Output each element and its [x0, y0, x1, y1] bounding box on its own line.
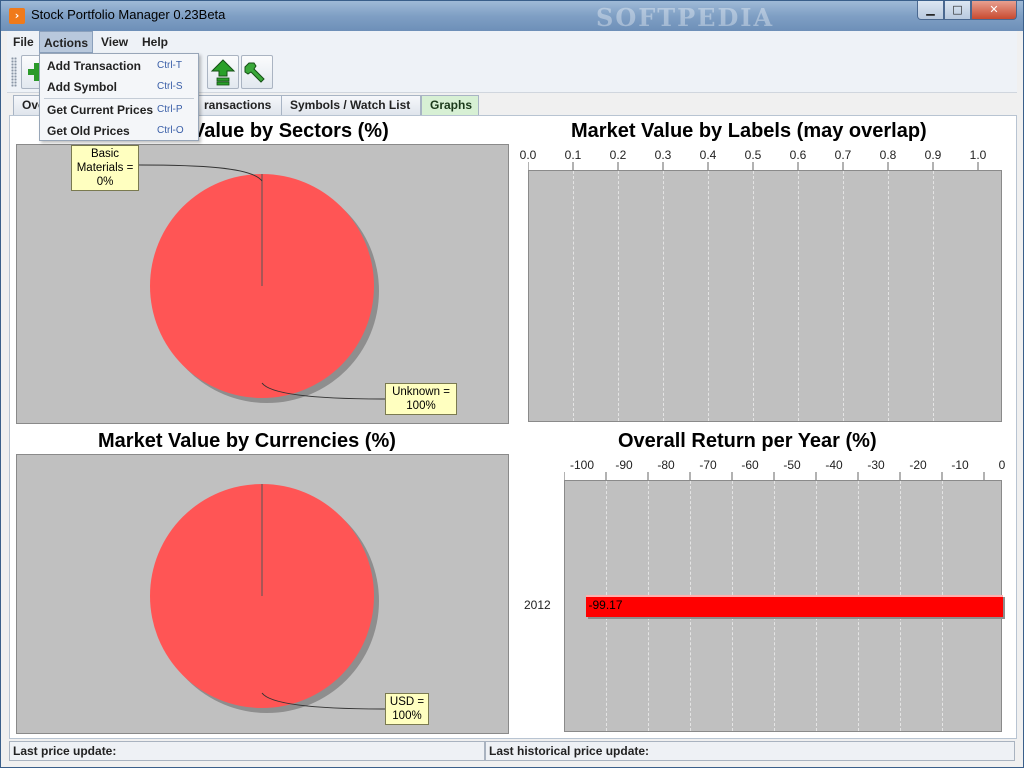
menu-item-shortcut: Ctrl-O: [157, 125, 184, 136]
maximize-button[interactable]: □: [944, 1, 971, 20]
status-bar: Last price update: Last historical price…: [7, 741, 1017, 761]
returns-axis-tick-label: -100: [569, 458, 595, 472]
currencies-pie-svg: [150, 484, 386, 713]
settings-wrench-icon: [244, 62, 265, 83]
returns-plot: -99.17: [564, 480, 1003, 732]
label-line: 100%: [406, 400, 436, 412]
labels-axis-grid-line: [888, 171, 889, 421]
returns-axis-tick-label: -30: [867, 458, 885, 472]
menu-file[interactable]: File: [9, 31, 38, 53]
menu-item-get-current-prices[interactable]: Get Current Prices Ctrl-P: [41, 100, 197, 120]
labels-plot: [528, 170, 1002, 422]
menu-item-shortcut: Ctrl-T: [157, 60, 182, 71]
sectors-plot: Basic Materials = 0% Unknown = 100%: [16, 144, 509, 424]
tab-transactions[interactable]: ransactions: [195, 95, 285, 115]
graphs-panel: Value by Sectors (%) Basic Materials = 0…: [9, 115, 1017, 739]
returns-axis-tick-label: 0: [998, 458, 1006, 472]
actions-menu: Add Transaction Ctrl-T Add Symbol Ctrl-S…: [39, 53, 199, 141]
returns-axis-tick-label: -40: [825, 458, 843, 472]
returns-axis-tick-label: -20: [909, 458, 927, 472]
labels-axis-tick-label: 0.5: [744, 148, 762, 162]
download-prices-button[interactable]: [207, 55, 239, 89]
last-historical-price-update: Last historical price update:: [485, 741, 1015, 761]
menu-bar: File Actions View Help: [7, 31, 1017, 53]
close-button[interactable]: ✕: [971, 1, 1017, 20]
menu-item-get-old-prices[interactable]: Get Old Prices Ctrl-O: [41, 121, 197, 141]
labels-axis-grid-line: [933, 171, 934, 421]
labels-axis-tick-label: 0.3: [654, 148, 672, 162]
returns-axis-line: [564, 472, 985, 480]
labels-axis-grid-line: [663, 171, 664, 421]
currencies-chart-title: Market Value by Currencies (%): [98, 430, 396, 452]
menu-item-add-symbol[interactable]: Add Symbol Ctrl-S: [41, 77, 197, 97]
labels-axis-tick-label: 0.1: [564, 148, 582, 162]
title-bar[interactable]: › Stock Portfolio Manager 0.23Beta SOFTP…: [1, 1, 1023, 32]
labels-axis-tick-label: 0.8: [879, 148, 897, 162]
labels-axis-grid-line: [798, 171, 799, 421]
sectors-chart-title: Value by Sectors (%): [192, 120, 389, 142]
labels-axis-tick-label: 0.2: [609, 148, 627, 162]
returns-chart-title: Overall Return per Year (%): [618, 430, 877, 452]
menu-actions[interactable]: Actions: [39, 31, 94, 53]
menu-item-add-transaction[interactable]: Add Transaction Ctrl-T: [41, 56, 197, 76]
window-controls: ▁ □ ✕: [917, 1, 1017, 21]
labels-chart-title: Market Value by Labels (may overlap): [571, 120, 927, 142]
returns-bar-2012: [586, 595, 1003, 617]
labels-axis-tick-label: 0.4: [699, 148, 717, 162]
currencies-label-usd: USD = 100%: [385, 693, 429, 725]
label-line: 100%: [392, 710, 422, 722]
app-window: › Stock Portfolio Manager 0.23Beta SOFTP…: [0, 0, 1024, 768]
menu-item-label: Get Current Prices: [47, 103, 154, 117]
last-price-update: Last price update:: [9, 741, 485, 761]
label-line: Basic: [90, 148, 120, 160]
menu-view[interactable]: View: [97, 31, 132, 53]
labels-axis-tick-label: 0.6: [789, 148, 807, 162]
tab-symbols-watch-list[interactable]: Symbols / Watch List: [281, 95, 421, 115]
label-line: 0%: [96, 176, 114, 188]
labels-axis-grid-line: [753, 171, 754, 421]
returns-bar-value-label: -99.17: [588, 598, 623, 612]
menu-item-shortcut: Ctrl-P: [157, 104, 183, 115]
menu-item-shortcut: Ctrl-S: [157, 81, 183, 92]
menu-item-label: Get Old Prices: [47, 124, 130, 138]
download-prices-icon: [210, 59, 236, 86]
softpedia-watermark: SOFTPEDIA: [596, 3, 775, 32]
returns-category-label: 2012: [524, 598, 551, 612]
menu-item-label: Add Transaction: [47, 59, 142, 73]
labels-axis-tick-label: 0.7: [834, 148, 852, 162]
settings-button[interactable]: [241, 55, 273, 89]
sectors-label-basic-materials: Basic Materials = 0%: [71, 145, 139, 191]
labels-axis-grid-line: [708, 171, 709, 421]
sectors-label-unknown: Unknown = 100%: [385, 383, 457, 415]
returns-axis-tick-label: -90: [615, 458, 633, 472]
menu-item-label: Add Symbol: [47, 80, 118, 94]
menu-separator: [44, 98, 194, 99]
window-title: Stock Portfolio Manager 0.23Beta: [31, 7, 226, 22]
label-line: Materials =: [76, 162, 134, 174]
label-line: Unknown =: [392, 386, 450, 398]
toolbar-grip[interactable]: [11, 57, 17, 87]
labels-axis-tick-label: 0.9: [924, 148, 942, 162]
app-icon: ›: [9, 8, 25, 24]
tab-graphs[interactable]: Graphs: [421, 95, 479, 115]
returns-axis-tick-label: -10: [951, 458, 969, 472]
labels-axis-line: [528, 162, 979, 170]
label-line: USD =: [389, 696, 425, 708]
returns-axis-tick-label: -60: [741, 458, 759, 472]
returns-axis-tick-label: -80: [657, 458, 675, 472]
menu-help[interactable]: Help: [138, 31, 172, 53]
labels-axis-tick-label: 0.0: [519, 148, 537, 162]
currencies-plot: USD = 100%: [16, 454, 509, 734]
labels-axis-grid-line: [843, 171, 844, 421]
returns-axis-tick-label: -70: [699, 458, 717, 472]
minimize-button[interactable]: ▁: [917, 1, 944, 20]
returns-axis-tick-label: -50: [783, 458, 801, 472]
labels-axis-tick-label: 1.0: [969, 148, 987, 162]
labels-axis-grid-line: [618, 171, 619, 421]
labels-axis-grid-line: [573, 171, 574, 421]
